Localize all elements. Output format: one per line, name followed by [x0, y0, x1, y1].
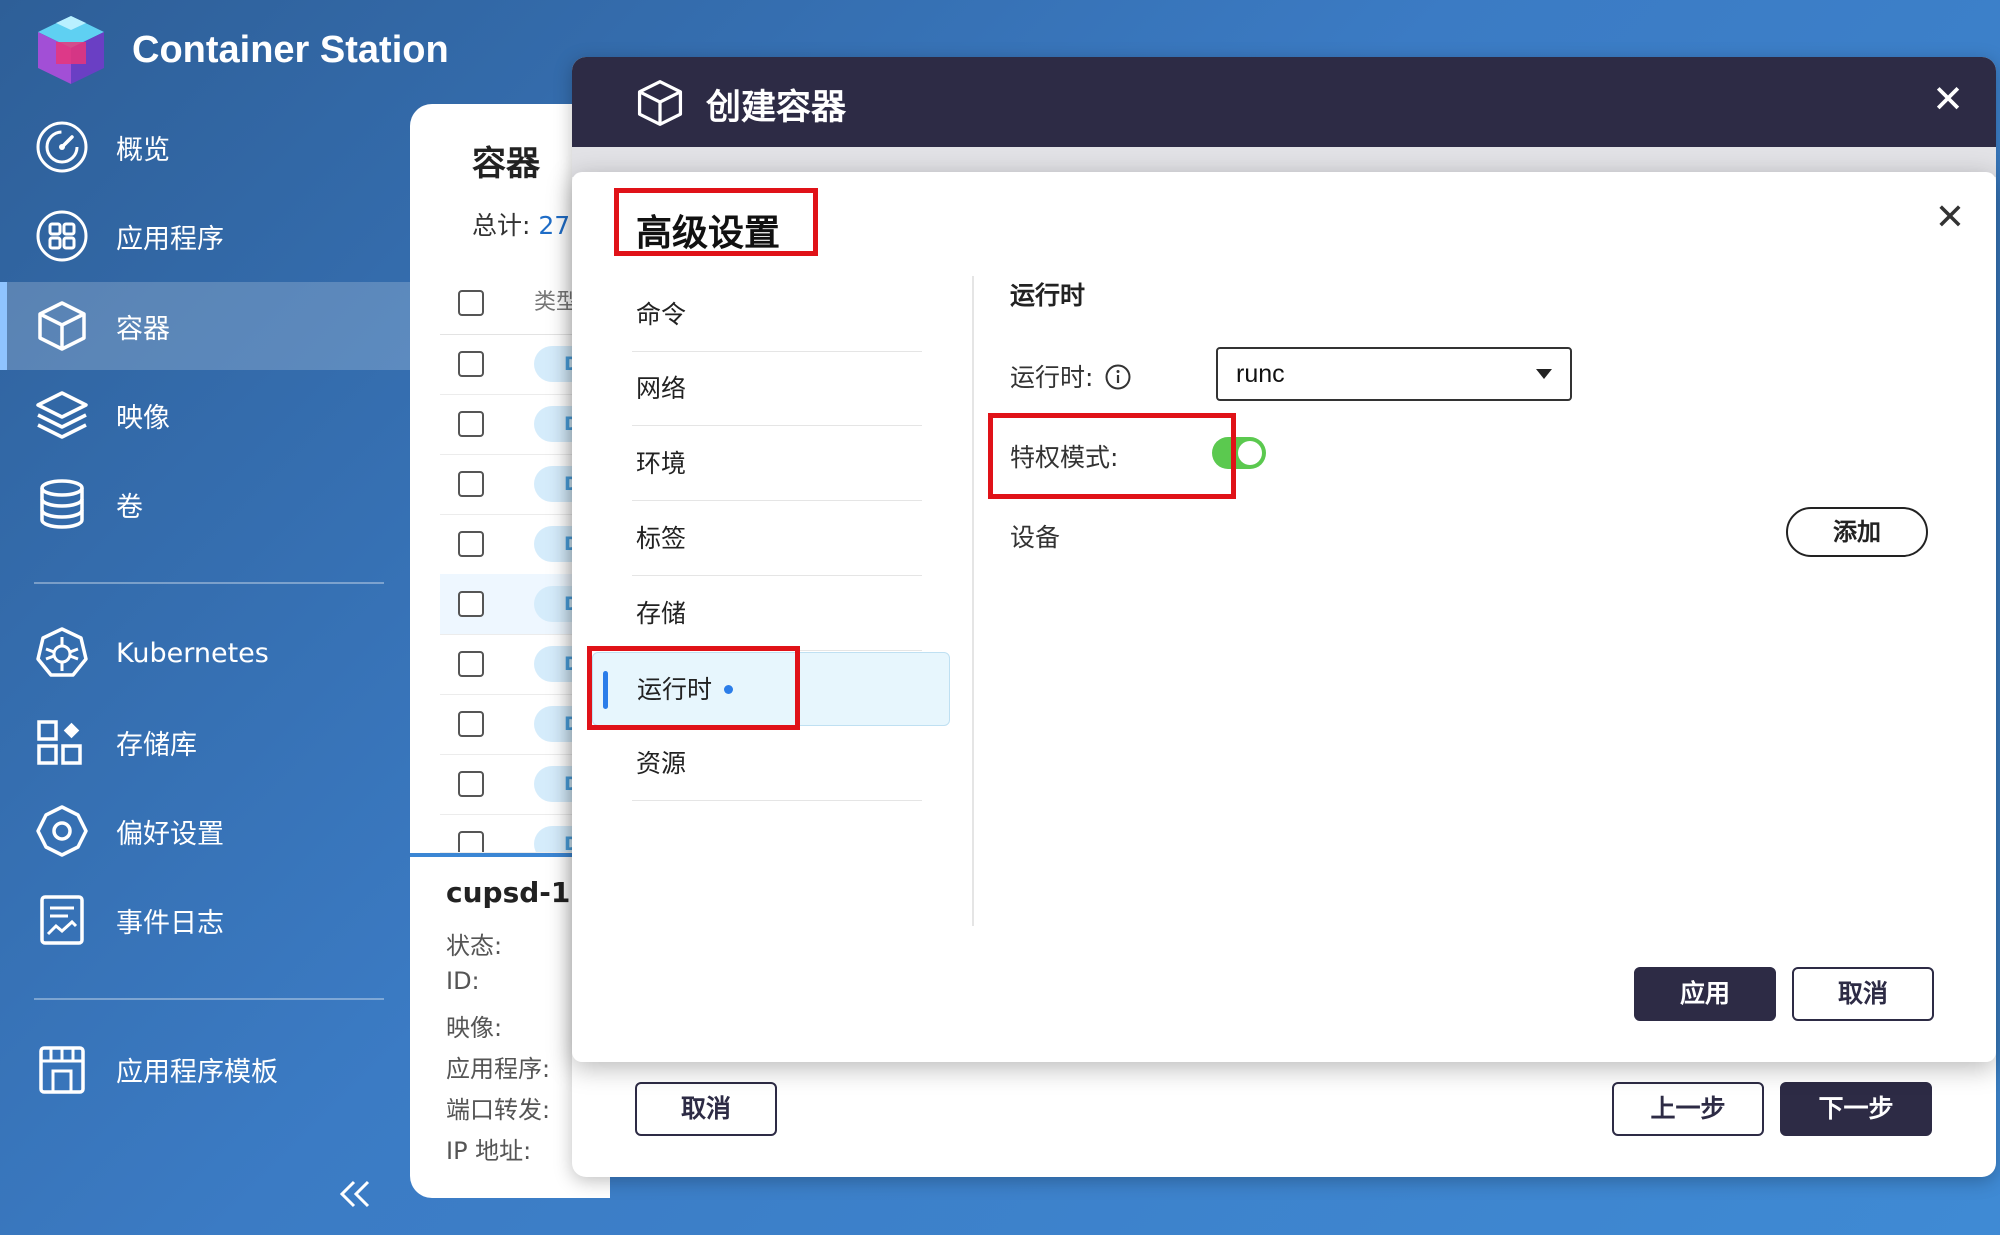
sidebar-item-preferences[interactable]: 偏好设置	[0, 787, 410, 875]
volume-database-icon	[34, 476, 90, 532]
sidebar-item-label: 概览	[116, 134, 170, 166]
menu-item-network[interactable]: 网络	[632, 352, 922, 426]
sidebar-divider	[34, 998, 384, 1000]
section-title: 运行时	[1010, 281, 1086, 310]
sidebar-divider	[34, 582, 384, 584]
sidebar-item-repositories[interactable]: 存储库	[0, 698, 410, 786]
runtime-select-value: runc	[1236, 360, 1285, 388]
sidebar-item-images[interactable]: 映像	[0, 371, 410, 459]
double-chevron-left-icon[interactable]	[336, 1178, 376, 1210]
sidebar-item-label: 存储库	[116, 729, 197, 761]
close-icon[interactable]: ✕	[1928, 79, 1968, 119]
event-log-icon	[34, 892, 90, 948]
sidebar-item-label: 卷	[116, 491, 143, 523]
sidebar-item-containers[interactable]: 容器	[0, 282, 410, 370]
dashboard-gauge-icon	[34, 119, 90, 175]
row-checkbox[interactable]	[458, 831, 484, 852]
container-cube-icon	[34, 298, 90, 354]
container-cube-icon	[634, 77, 686, 129]
selected-container-name: cupsd-1	[446, 876, 571, 909]
dialog-title: 创建容器	[706, 88, 847, 128]
menu-item-label: 标签	[636, 524, 687, 553]
sidebar-item-label: 偏好设置	[116, 818, 224, 850]
chevron-down-icon	[1536, 369, 1552, 379]
add-device-button[interactable]: 添加	[1786, 507, 1928, 557]
menu-item-command[interactable]: 命令	[632, 278, 922, 352]
app-title: Container Station	[132, 28, 449, 71]
close-icon[interactable]: ✕	[1930, 198, 1970, 238]
sidebar-item-event-log[interactable]: 事件日志	[0, 876, 410, 964]
detail-label-app: 应用程序:	[446, 1055, 551, 1083]
detail-label-id: ID:	[446, 967, 480, 995]
row-checkbox[interactable]	[458, 471, 484, 497]
detail-label-status: 状态:	[446, 932, 503, 960]
container-station-logo-icon	[34, 14, 108, 86]
sidebar-item-label: 容器	[116, 313, 170, 345]
sidebar-item-app-templates[interactable]: 应用程序模板	[0, 1025, 410, 1113]
detail-label-port-forwarding: 端口转发:	[446, 1096, 551, 1124]
next-step-button[interactable]: 下一步	[1780, 1082, 1932, 1136]
sidebar-item-label: 映像	[116, 402, 170, 434]
detail-label-ip: IP 地址:	[446, 1137, 532, 1165]
sidebar-item-apps[interactable]: 应用程序	[0, 192, 410, 280]
highlight-box-privileged-mode	[988, 413, 1236, 499]
menu-divider	[972, 276, 974, 926]
row-checkbox[interactable]	[458, 591, 484, 617]
highlight-box-title	[614, 188, 818, 256]
sidebar-item-overview[interactable]: 概览	[0, 103, 410, 191]
menu-item-label: 环境	[636, 449, 687, 478]
sidebar-item-label: 事件日志	[116, 907, 224, 939]
devices-label: 设备	[1010, 523, 1061, 552]
menu-item-storage[interactable]: 存储	[632, 577, 922, 651]
sidebar-item-label: 应用程序	[116, 223, 224, 255]
apply-button[interactable]: 应用	[1634, 967, 1776, 1021]
cancel-button[interactable]: 取消	[1792, 967, 1934, 1021]
runtime-label: 运行时:	[1010, 363, 1094, 392]
detail-label-image: 映像:	[446, 1014, 503, 1042]
page-title: 容器	[472, 144, 540, 184]
menu-item-environment[interactable]: 环境	[632, 427, 922, 501]
highlight-box-runtime-menu	[587, 646, 800, 730]
total-value: 27	[538, 211, 571, 240]
row-checkbox[interactable]	[458, 531, 484, 557]
select-all-checkbox[interactable]	[458, 290, 484, 316]
sidebar-item-volumes[interactable]: 卷	[0, 460, 410, 548]
total-count: 总计: 27	[472, 206, 570, 242]
row-checkbox[interactable]	[458, 411, 484, 437]
row-checkbox[interactable]	[458, 651, 484, 677]
app-brand: Container Station	[34, 14, 449, 86]
row-checkbox[interactable]	[458, 351, 484, 377]
menu-item-labels[interactable]: 标签	[632, 502, 922, 576]
image-layers-icon	[34, 387, 90, 443]
create-cancel-button[interactable]: 取消	[635, 1082, 777, 1136]
total-label: 总计:	[472, 211, 531, 240]
previous-step-button[interactable]: 上一步	[1612, 1082, 1764, 1136]
dialog-header: 创建容器 ✕	[572, 57, 1996, 147]
advanced-settings-dialog: 高级设置 ✕ 命令 网络 环境 标签 存储 运行时 资源 运行时 运行时: ru…	[572, 172, 1996, 1062]
info-icon[interactable]	[1105, 364, 1131, 390]
sidebar-item-label: Kubernetes	[116, 637, 269, 669]
menu-item-label: 资源	[636, 749, 687, 778]
menu-item-label: 存储	[636, 599, 687, 628]
menu-item-resources[interactable]: 资源	[632, 727, 922, 801]
sidebar-item-label: 应用程序模板	[116, 1056, 278, 1088]
kubernetes-helm-icon	[34, 625, 90, 681]
menu-item-label: 命令	[636, 300, 687, 329]
toggle-knob	[1238, 441, 1262, 465]
runtime-field: 运行时:	[1010, 358, 1131, 394]
row-checkbox[interactable]	[458, 771, 484, 797]
repository-blocks-icon	[34, 714, 90, 770]
apps-grid-icon	[34, 208, 90, 264]
row-checkbox[interactable]	[458, 711, 484, 737]
gear-icon	[34, 803, 90, 859]
sidebar-item-kubernetes[interactable]: Kubernetes	[0, 609, 410, 697]
app-template-icon	[34, 1041, 90, 1097]
menu-item-label: 网络	[636, 374, 687, 403]
runtime-select[interactable]: runc	[1216, 347, 1572, 401]
